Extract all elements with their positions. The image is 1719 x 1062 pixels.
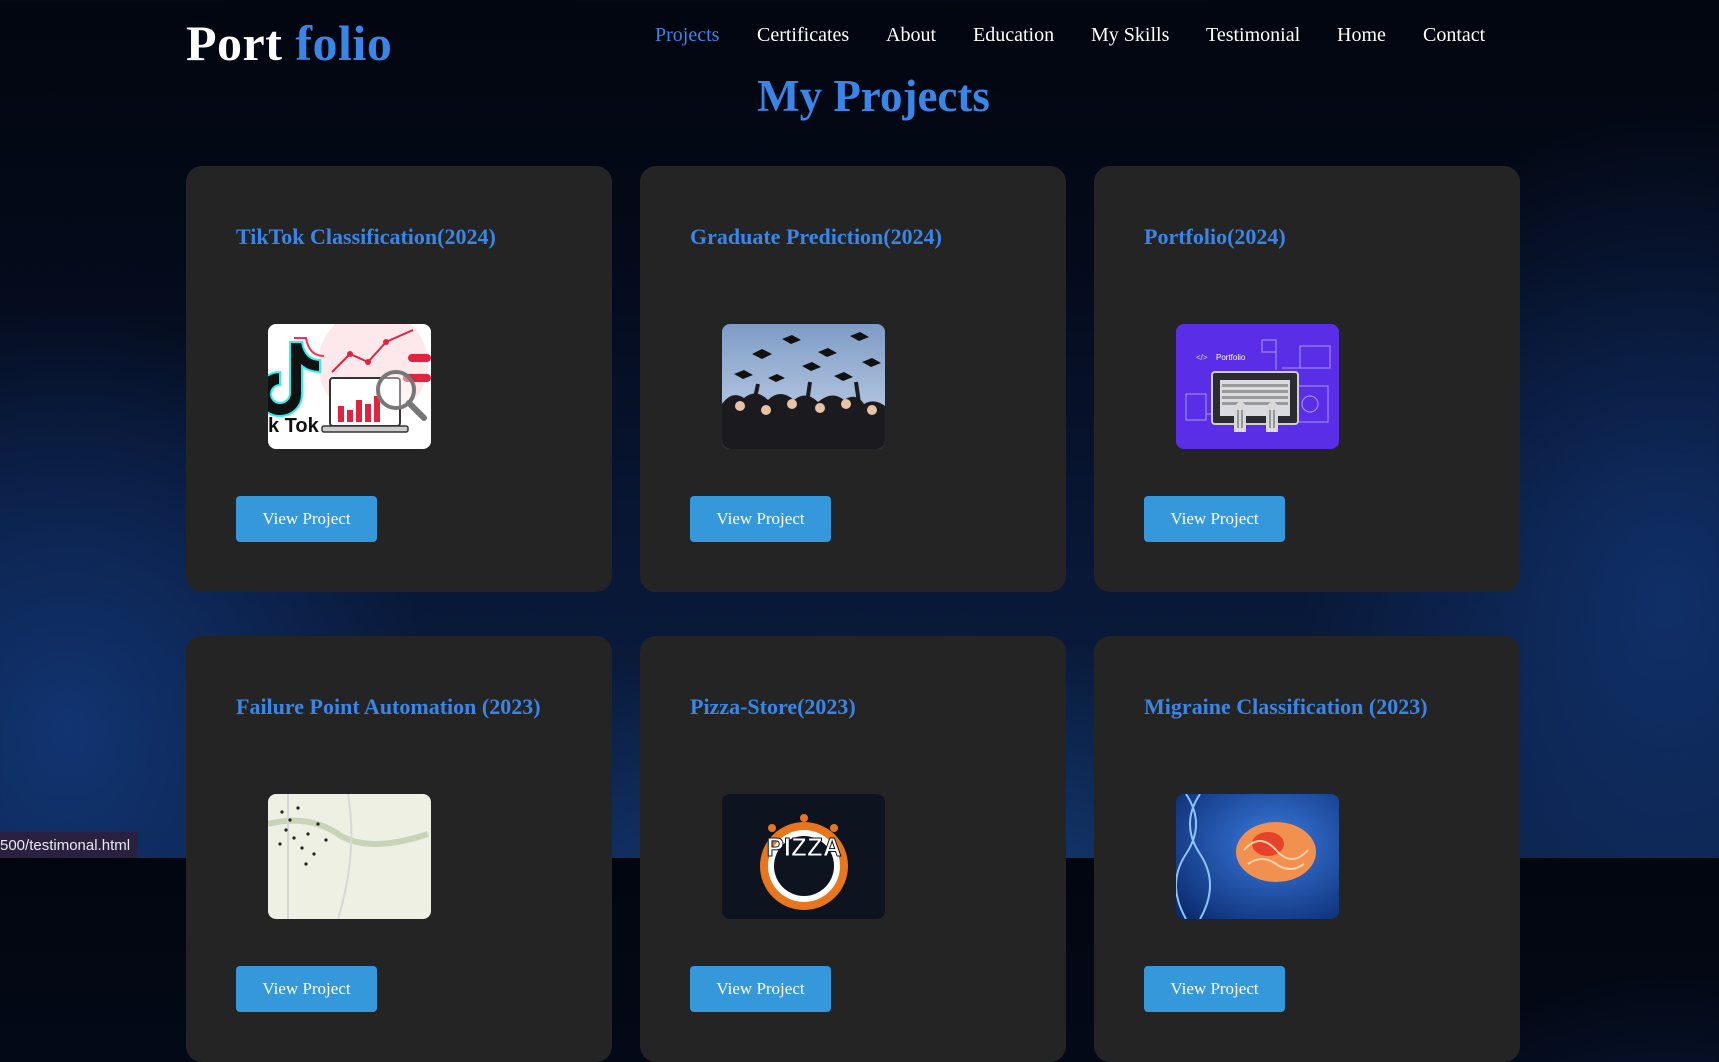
tiktok-thumb-text: k Tok [268,415,320,437]
project-title: Pizza-Store(2023) [690,694,856,719]
project-card-tiktok: TikTok Classification(2024) k Tok View P… [186,166,612,592]
project-title: TikTok Classification(2024) [236,224,496,249]
project-thumbnail-portfolio[interactable]: </> Portfolio [1176,324,1339,449]
portfolio-thumb-text: Portfolio [1216,353,1246,362]
nav-about[interactable]: About [886,24,936,47]
nav-testimonial[interactable]: Testimonial [1206,24,1300,47]
view-project-button[interactable]: View Project [690,496,831,542]
view-project-button[interactable]: View Project [236,496,377,542]
nav-projects[interactable]: Projects [655,24,719,47]
project-card-failure-point: Failure Point Automation (2023) View Pro… [186,636,612,1062]
nav-contact[interactable]: Contact [1423,24,1485,47]
project-card-pizza: Pizza-Store(2023) PIZZA View Project [640,636,1066,1062]
svg-text:</>: </> [1196,353,1208,362]
project-title: Migraine Classification (2023) [1144,694,1428,719]
project-card-migraine: Migraine Classification (2023) View Proj… [1094,636,1520,1062]
view-project-button[interactable]: View Project [236,966,377,1012]
nav-home[interactable]: Home [1337,24,1386,47]
status-bar-url: 500/testimonal.html [0,832,139,858]
project-card-graduate: Graduate Prediction(2024) View Project [640,166,1066,592]
nav-education[interactable]: Education [973,24,1054,47]
view-project-button[interactable]: View Project [690,966,831,1012]
project-title: Portfolio(2024) [1144,224,1286,249]
project-thumbnail-brain[interactable] [1176,794,1339,919]
page-title: My Projects [757,71,990,121]
project-title: Graduate Prediction(2024) [690,224,942,249]
view-project-button[interactable]: View Project [1144,496,1285,542]
project-thumbnail-map[interactable] [268,794,431,919]
view-project-button[interactable]: View Project [1144,966,1285,1012]
project-card-portfolio: Portfolio(2024) </> Portfolio View Proje… [1094,166,1520,592]
nav-my-skills[interactable]: My Skills [1091,24,1169,47]
main-nav: Projects Certificates About Education My… [0,24,1719,48]
project-thumbnail-graduate[interactable] [722,324,885,449]
nav-certificates[interactable]: Certificates [757,24,849,47]
project-title: Failure Point Automation (2023) [236,694,541,719]
project-thumbnail-pizza[interactable]: PIZZA [722,794,885,919]
project-thumbnail-tiktok[interactable]: k Tok [268,324,431,449]
